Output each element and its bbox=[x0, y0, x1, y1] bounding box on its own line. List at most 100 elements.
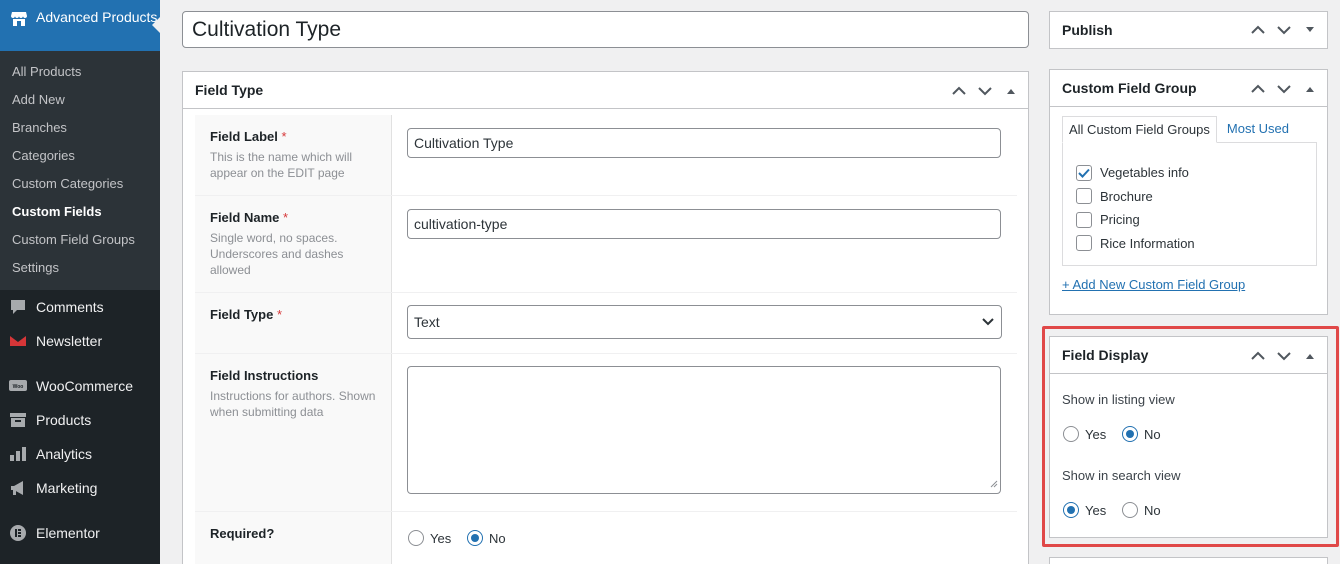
post-title-input[interactable] bbox=[182, 11, 1029, 48]
chevron-up-icon[interactable] bbox=[1249, 80, 1267, 98]
required-cell: Required? bbox=[195, 512, 392, 564]
checkbox-checked[interactable] bbox=[1076, 164, 1092, 181]
required-row: Required? Yes No bbox=[195, 512, 1017, 564]
submenu-custom-fields[interactable]: Custom Fields bbox=[0, 198, 160, 226]
field-type-heading: Field Type bbox=[195, 82, 264, 98]
submenu-branches[interactable]: Branches bbox=[0, 114, 160, 142]
required-yes-option[interactable]: Yes bbox=[408, 530, 451, 546]
group-item-label: Brochure bbox=[1100, 188, 1153, 204]
field-label-desc: This is the name which will appear on th… bbox=[210, 150, 353, 180]
menu-elementor-label: Elementor bbox=[36, 525, 100, 541]
field-name-row: Field Name * Single word, no spaces. Und… bbox=[195, 196, 1017, 293]
required-marker: * bbox=[276, 307, 283, 322]
field-name-cell: Field Name * Single word, no spaces. Und… bbox=[195, 196, 392, 292]
publish-metabox: Publish bbox=[1049, 11, 1328, 49]
submenu-settings[interactable]: Settings bbox=[0, 254, 160, 282]
publish-heading: Publish bbox=[1062, 22, 1113, 38]
menu-analytics[interactable]: Analytics bbox=[0, 437, 160, 471]
group-checklist: Vegetables info Brochure Pricing Rice In… bbox=[1062, 142, 1317, 266]
group-item-brochure[interactable]: Brochure bbox=[1076, 185, 1316, 209]
submenu-add-new[interactable]: Add New bbox=[0, 86, 160, 114]
field-type-header: Field Type bbox=[183, 72, 1028, 109]
field-name-title: Field Name bbox=[210, 210, 280, 225]
required-yes-label: Yes bbox=[430, 530, 452, 546]
menu-products-label: Products bbox=[36, 412, 92, 428]
field-name-input[interactable]: cultivation-type bbox=[407, 209, 1001, 239]
submenu-custom-field-groups[interactable]: Custom Field Groups bbox=[0, 226, 160, 254]
field-type-title: Field Type bbox=[210, 307, 274, 322]
add-new-custom-field-group-link[interactable]: + Add New Custom Field Group bbox=[1062, 277, 1245, 292]
menu-woocommerce[interactable]: Woo WooCommerce bbox=[0, 369, 160, 403]
archive-icon bbox=[9, 411, 27, 429]
submenu-categories[interactable]: Categories bbox=[0, 142, 160, 170]
group-item-label: Vegetables info bbox=[1100, 165, 1189, 181]
menu-marketing[interactable]: Marketing bbox=[0, 471, 160, 505]
menu-marketing-label: Marketing bbox=[36, 480, 98, 496]
current-menu-pointer bbox=[152, 17, 160, 33]
checkbox[interactable] bbox=[1076, 188, 1092, 205]
required-marker: * bbox=[281, 129, 287, 144]
menu-newsletter-label: Newsletter bbox=[36, 333, 103, 349]
chevron-down-icon[interactable] bbox=[1275, 21, 1293, 39]
group-tabs: All Custom Field Groups Most Used bbox=[1062, 116, 1295, 143]
required-no-label: No bbox=[489, 530, 506, 546]
field-type-selected: Text bbox=[414, 314, 440, 330]
field-label-title: Field Label bbox=[210, 129, 278, 144]
field-instructions-cell: Field Instructions Instructions for auth… bbox=[195, 354, 392, 511]
toggle-panel-icon[interactable] bbox=[1002, 82, 1020, 100]
field-name-desc: Single word, no spaces. Underscores and … bbox=[210, 231, 344, 277]
field-type-select[interactable]: Text bbox=[407, 305, 1002, 339]
tab-all-custom-field-groups[interactable]: All Custom Field Groups bbox=[1062, 116, 1217, 143]
chevron-up-icon[interactable] bbox=[950, 82, 968, 100]
field-instructions-textarea[interactable] bbox=[407, 366, 1001, 494]
required-yes-radio[interactable] bbox=[408, 530, 424, 546]
megaphone-icon bbox=[9, 479, 27, 497]
field-label-value: Cultivation Type bbox=[414, 135, 514, 151]
field-name-value: cultivation-type bbox=[414, 216, 508, 232]
field-label-input[interactable]: Cultivation Type bbox=[407, 128, 1001, 158]
submenu-all-products[interactable]: All Products bbox=[0, 58, 160, 86]
required-no-option[interactable]: No bbox=[467, 530, 506, 546]
field-label-row: Field Label * This is the name which wil… bbox=[195, 115, 1017, 196]
chevron-down-icon[interactable] bbox=[1275, 80, 1293, 98]
group-item-label: Pricing bbox=[1100, 212, 1140, 228]
menu-comments[interactable]: Comments bbox=[0, 290, 160, 324]
tab-most-used[interactable]: Most Used bbox=[1217, 116, 1295, 143]
submenu-custom-categories[interactable]: Custom Categories bbox=[0, 170, 160, 198]
submenu: All Products Add New Branches Categories… bbox=[0, 51, 160, 290]
field-type-row: Field Type * Text bbox=[195, 293, 1017, 354]
menu-advanced-products[interactable]: Advanced Products bbox=[0, 0, 160, 51]
required-marker: * bbox=[282, 210, 289, 225]
field-type-cell: Field Type * bbox=[195, 293, 392, 353]
resize-handle-icon[interactable] bbox=[990, 475, 998, 491]
group-item-pricing[interactable]: Pricing bbox=[1076, 208, 1316, 232]
checkbox[interactable] bbox=[1076, 235, 1092, 252]
envelope-icon bbox=[9, 332, 27, 350]
menu-comments-label: Comments bbox=[36, 299, 104, 315]
menu-products[interactable]: Products bbox=[0, 403, 160, 437]
menu-advanced-products-label: Advanced Products bbox=[36, 9, 158, 25]
custom-field-group-header: Custom Field Group bbox=[1050, 70, 1327, 107]
toggle-panel-icon[interactable] bbox=[1301, 21, 1319, 39]
menu-woocommerce-label: WooCommerce bbox=[36, 378, 133, 394]
menu-elementor[interactable]: Elementor bbox=[0, 516, 160, 550]
custom-field-group-heading: Custom Field Group bbox=[1062, 80, 1197, 96]
comment-icon bbox=[9, 298, 27, 316]
group-item-rice-information[interactable]: Rice Information bbox=[1076, 232, 1316, 256]
chevron-up-icon[interactable] bbox=[1249, 21, 1267, 39]
required-no-radio[interactable] bbox=[467, 530, 483, 546]
menu-newsletter[interactable]: Newsletter bbox=[0, 324, 160, 358]
chevron-down-icon[interactable] bbox=[976, 82, 994, 100]
checkbox[interactable] bbox=[1076, 211, 1092, 228]
field-instructions-title: Field Instructions bbox=[210, 368, 319, 383]
group-item-vegetables-info[interactable]: Vegetables info bbox=[1076, 161, 1316, 185]
toggle-panel-icon[interactable] bbox=[1301, 80, 1319, 98]
menu-analytics-label: Analytics bbox=[36, 446, 93, 462]
svg-text:Woo: Woo bbox=[13, 384, 24, 390]
next-metabox bbox=[1049, 557, 1328, 564]
elementor-icon bbox=[9, 524, 27, 542]
group-item-label: Rice Information bbox=[1100, 235, 1195, 251]
highlight-outline bbox=[1042, 326, 1339, 547]
required-title: Required? bbox=[210, 526, 275, 541]
field-instructions-desc: Instructions for authors. Shown when sub… bbox=[210, 389, 376, 419]
